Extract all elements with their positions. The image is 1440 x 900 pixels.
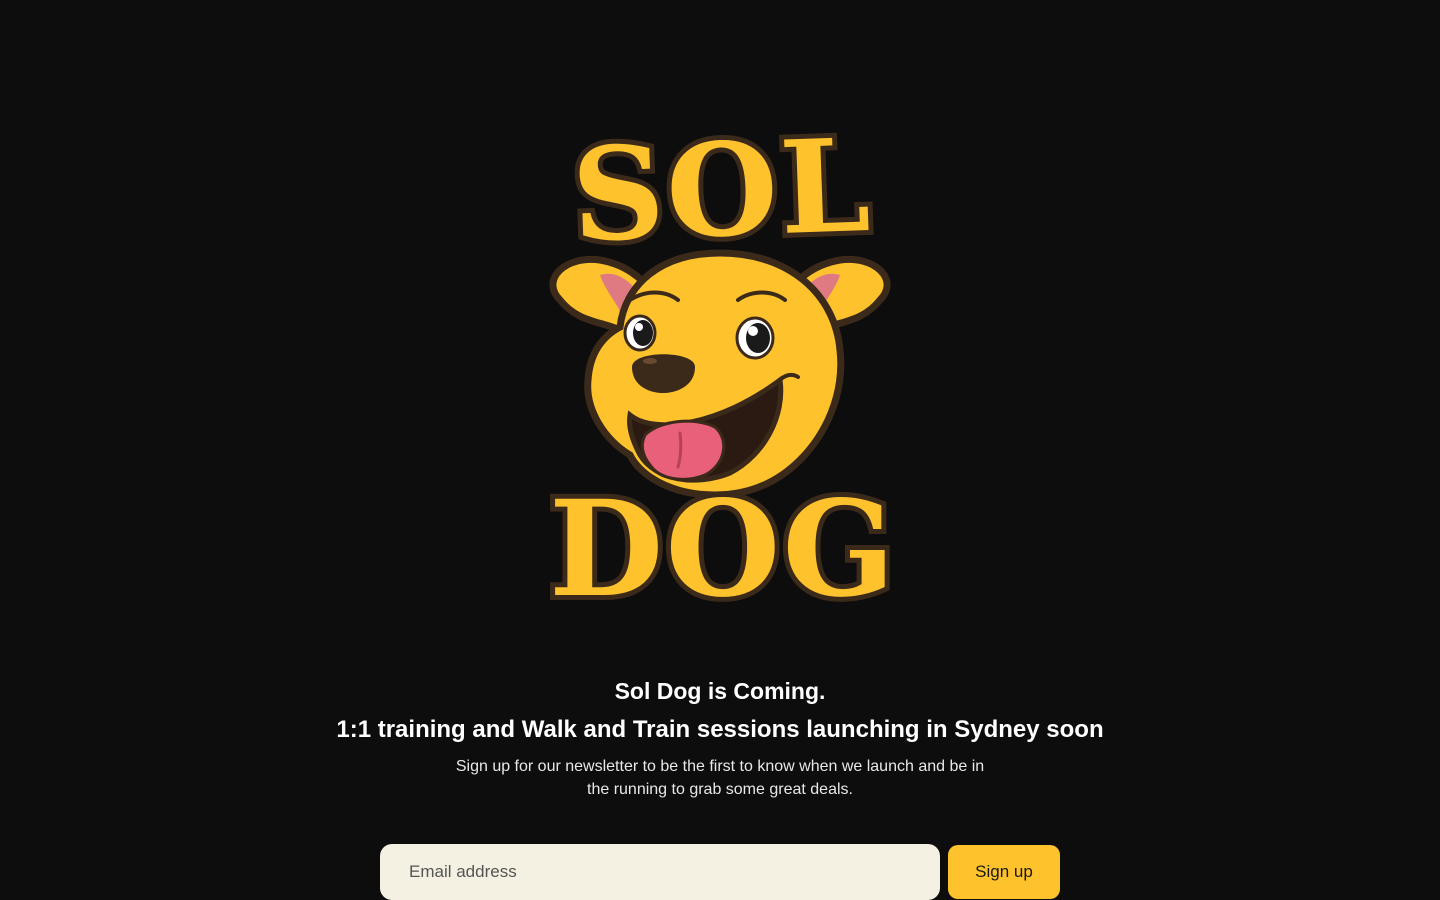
sol-dog-logo: SOL DOG <box>544 106 900 632</box>
newsletter-description: Sign up for our newsletter to be the fir… <box>455 758 985 798</box>
landing-page: SOL DOG Sol Dog is Coming. 1:1 training … <box>0 0 1440 900</box>
dog-tongue <box>640 419 726 481</box>
page-title: Sol Dog is Coming. <box>614 678 826 704</box>
logo-word-sol: SOL <box>569 111 874 271</box>
signup-button[interactable]: Sign up <box>948 845 1060 899</box>
email-input[interactable] <box>380 844 940 900</box>
logo-word-dog: DOG <box>549 472 897 627</box>
page-subtitle: 1:1 training and Walk and Train sessions… <box>336 716 1104 743</box>
newsletter-form: Sign up <box>380 844 1060 900</box>
